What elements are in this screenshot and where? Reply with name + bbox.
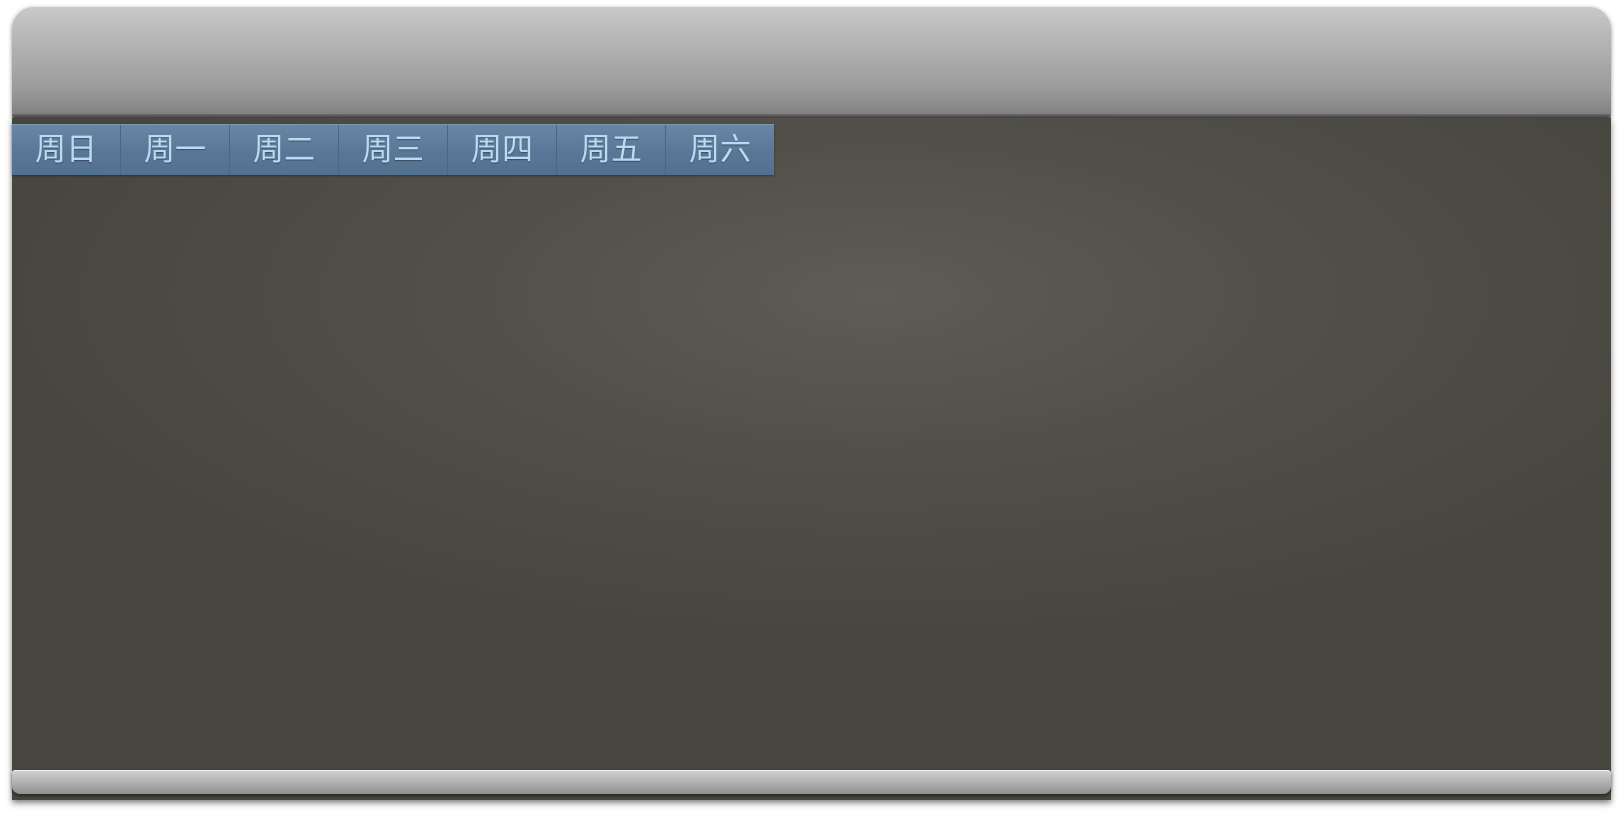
tab-wednesday[interactable]: 周三: [339, 125, 448, 175]
tab-saturday[interactable]: 周六: [666, 125, 774, 175]
top-header-bar: [12, 6, 1611, 118]
day-tab-bar: 周日 周一 周二 周三 周四 周五 周六: [12, 124, 774, 175]
tab-thursday[interactable]: 周四: [448, 125, 557, 175]
tab-sunday[interactable]: 周日: [12, 125, 121, 175]
bottom-footer-bar: [12, 770, 1611, 794]
main-content-panel: 周日 周一 周二 周三 周四 周五 周六: [12, 118, 1611, 800]
tab-tuesday[interactable]: 周二: [230, 125, 339, 175]
tab-friday[interactable]: 周五: [557, 125, 666, 175]
schedule-window: 周日 周一 周二 周三 周四 周五 周六: [12, 6, 1611, 826]
tab-monday[interactable]: 周一: [121, 125, 230, 175]
